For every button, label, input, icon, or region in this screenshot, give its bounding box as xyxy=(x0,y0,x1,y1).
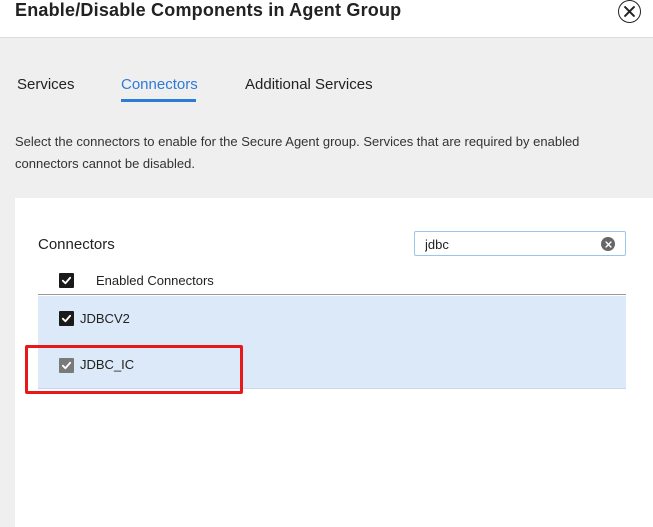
connectors-label: Connectors xyxy=(38,236,115,253)
column-header-enabled-connectors: Enabled Connectors xyxy=(96,273,214,288)
clear-icon xyxy=(604,240,612,248)
clear-search-button[interactable] xyxy=(601,237,615,251)
dialog-header: Enable/Disable Components in Agent Group xyxy=(0,0,653,38)
tab-connectors[interactable]: Connectors xyxy=(121,76,198,93)
row-checkbox[interactable] xyxy=(59,311,74,326)
dialog-title: Enable/Disable Components in Agent Group xyxy=(15,0,402,20)
table-row[interactable]: JDBCV2 xyxy=(38,296,626,343)
search-field[interactable] xyxy=(414,231,626,256)
tab-additional-services[interactable]: Additional Services xyxy=(245,76,373,93)
active-tab-indicator xyxy=(121,99,196,102)
close-icon xyxy=(624,6,635,17)
select-all-checkbox[interactable] xyxy=(59,273,74,288)
description-text: Select the connectors to enable for the … xyxy=(15,134,580,171)
tab-services[interactable]: Services xyxy=(17,76,75,93)
row-label: JDBCV2 xyxy=(80,311,130,326)
checkmark-icon xyxy=(61,276,72,285)
table-header: Enabled Connectors xyxy=(38,266,626,295)
search-input[interactable] xyxy=(425,235,595,253)
checkmark-icon xyxy=(61,314,72,323)
highlight-annotation xyxy=(25,345,243,394)
close-button[interactable] xyxy=(618,0,641,23)
